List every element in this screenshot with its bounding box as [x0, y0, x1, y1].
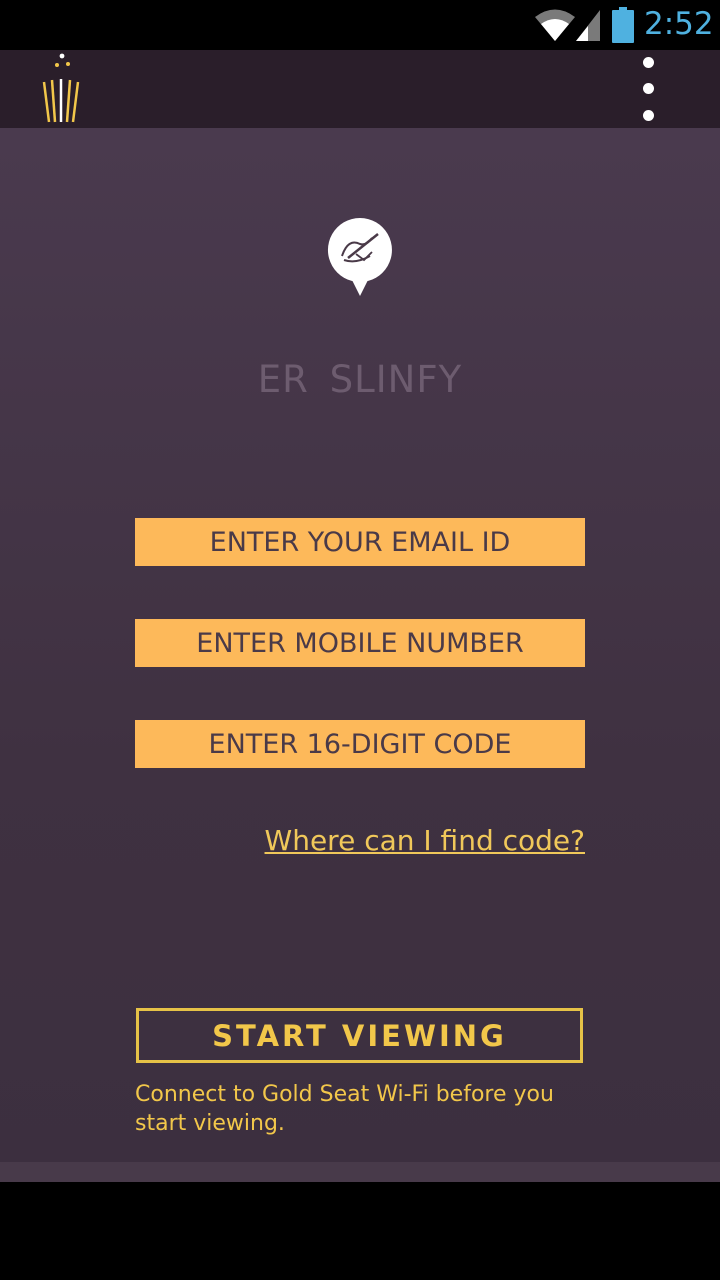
mobile-number-field[interactable]	[135, 619, 585, 667]
action-bar	[0, 50, 720, 128]
battery-icon	[612, 7, 634, 43]
wifi-note: Connect to Gold Seat Wi-Fi before you st…	[135, 1082, 554, 1136]
start-viewing-button[interactable]: START VIEWING	[136, 1008, 583, 1063]
find-code-link[interactable]: Where can I find code?	[265, 824, 585, 857]
popcorn-logo-icon[interactable]	[40, 52, 84, 124]
email-field[interactable]	[135, 518, 585, 566]
signal-icon	[576, 10, 600, 41]
overflow-menu-icon[interactable]	[636, 54, 662, 124]
status-time: 2:52	[644, 6, 714, 42]
brand-title: ER SLINFY	[257, 358, 463, 401]
code-field[interactable]	[135, 720, 585, 768]
pen-speech-bubble-icon	[327, 218, 392, 296]
wifi-icon	[535, 9, 575, 41]
navigation-bar	[0, 1182, 720, 1280]
content-footer-strip	[0, 1162, 720, 1182]
status-bar: 2:52	[0, 0, 720, 50]
